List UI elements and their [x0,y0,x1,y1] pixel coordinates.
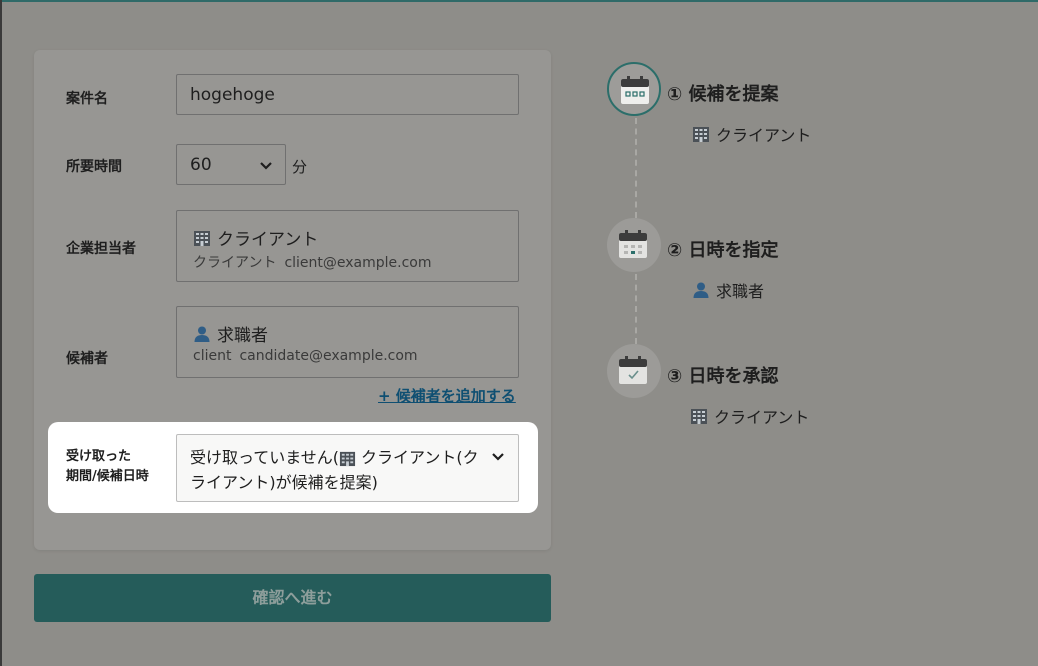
project-name-value: hogehoge [190,85,275,105]
company-rep-detail: クライアント client@example.com [193,252,432,272]
step-1-title: ① 候補を提案 [667,84,779,105]
candidate-label: 候補者 [66,351,108,367]
company-rep-name-row: クライアント [193,225,318,250]
step-2-actor-name: 求職者 [716,282,765,301]
company-rep-sub-name: クライアント [193,255,277,271]
step-3-actor: クライアント [690,404,809,428]
received-value-prefix: 受け取っていません( [190,448,339,467]
company-rep-email: client@example.com [284,255,432,271]
step-1-actor: クライアント [692,122,811,146]
left-edge-line [0,0,2,666]
chevron-down-icon [260,162,272,170]
confirm-button[interactable]: 確認へ進む [34,574,551,622]
step-connector-2 [635,274,637,344]
building-icon [339,451,356,467]
received-value-line2: ライアント)が候補を提案) [190,473,378,492]
step-3-title: ③ 日時を承認 [667,366,779,387]
duration-label: 所要時間 [66,159,122,175]
candidate-box[interactable]: 求職者 client candidate@example.com [176,306,519,378]
top-accent-line [0,0,1038,2]
step-2-title: ② 日時を指定 [667,240,779,261]
received-value-suffix: クライアント(ク [355,448,479,467]
user-icon [693,282,709,298]
company-rep-box[interactable]: クライアント クライアント client@example.com [176,210,519,282]
step-connector-1 [635,118,637,218]
duration-unit: 分 [292,158,308,176]
building-icon [693,127,709,142]
received-label-line1: 受け取った [66,449,132,464]
candidate-email: candidate@example.com [239,348,418,364]
step-2-circle [607,218,661,272]
calendar-check-icon [619,356,647,384]
add-candidate-link[interactable]: + 候補者を追加する [378,385,516,406]
candidate-name: 求職者 [217,326,268,346]
company-rep-label: 企業担当者 [66,241,136,257]
received-label: 受け取った 期間/候補日時 [66,447,149,487]
calendar-icon [619,230,647,258]
project-name-label: 案件名 [66,91,108,107]
candidate-sub-name: client [193,348,232,364]
building-icon [691,409,707,424]
received-value: 受け取っていません( クライアント(ク ライアント)が候補を提案) [190,445,480,495]
step-3-actor-name: クライアント [714,408,810,427]
step-1-actor-name: クライアント [716,126,812,145]
duration-value: 60 [190,155,212,175]
candidate-detail: client candidate@example.com [193,348,418,364]
chevron-down-icon [492,453,504,461]
project-name-input[interactable]: hogehoge [176,74,519,115]
building-icon [194,230,210,246]
step-1-circle [607,62,661,116]
received-label-line2: 期間/候補日時 [66,469,149,484]
company-rep-name: クライアント [217,230,319,250]
step-3-circle [607,344,661,398]
duration-select[interactable]: 60 [176,144,286,185]
received-select[interactable]: 受け取っていません( クライアント(ク ライアント)が候補を提案) [176,434,519,502]
user-icon [194,326,210,342]
calendar-icon [621,76,649,104]
candidate-name-row: 求職者 [193,321,268,346]
step-2-actor: 求職者 [692,278,764,302]
